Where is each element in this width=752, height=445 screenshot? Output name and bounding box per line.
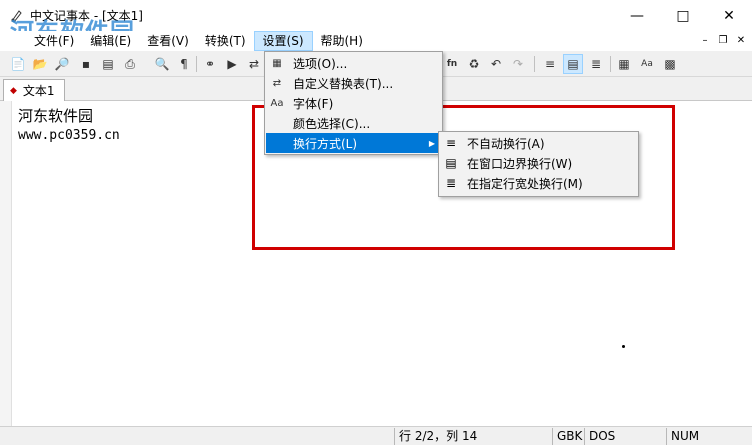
editor-gutter	[0, 101, 12, 426]
cursor-dot	[622, 345, 625, 348]
save-icon[interactable]: ▪	[76, 54, 96, 74]
menu-option-color[interactable]: 颜色选择(C)...	[266, 113, 441, 133]
menu-option-font[interactable]: Aa 字体(F)	[266, 93, 441, 113]
minimize-button[interactable]: —	[614, 0, 660, 31]
convert-toolbar-icon[interactable]: ▩	[660, 54, 680, 74]
mdi-minimize-button[interactable]: –	[698, 33, 712, 47]
status-position: 行 2/2，列 14	[394, 428, 552, 445]
no-wrap-icon: ≡	[445, 136, 457, 150]
find-next-icon[interactable]: ▶	[222, 54, 242, 74]
status-bar: 行 2/2，列 14 GBK DOS NUM	[0, 426, 752, 445]
no-wrap-toolbar-icon[interactable]: ≡	[540, 54, 560, 74]
tab-label: 文本1	[22, 84, 55, 98]
menu-settings[interactable]: 设置(S)	[253, 31, 313, 51]
status-encoding: GBK	[552, 428, 584, 445]
font-toolbar-icon[interactable]: Aa	[637, 54, 657, 74]
menu-option-replace-table[interactable]: ⇄ 自定义替换表(T)...	[266, 73, 441, 93]
find-icon[interactable]: ⚭	[200, 54, 220, 74]
width-wrap-icon: ≣	[445, 176, 457, 190]
mdi-restore-button[interactable]: ❐	[716, 33, 730, 47]
app-icon	[8, 8, 24, 24]
menu-help[interactable]: 帮助(H)	[313, 31, 371, 51]
window-title: 中文记事本 - [文本1]	[30, 9, 143, 23]
print-icon[interactable]: ⎙	[120, 54, 140, 74]
tab-document[interactable]: ◆ 文本1	[3, 79, 65, 101]
document-modified-icon: ◆	[10, 85, 17, 96]
editor-line: www.pc0359.cn	[18, 128, 120, 143]
mdi-close-button[interactable]: ✕	[734, 33, 748, 47]
menu-file[interactable]: 文件(F)	[26, 31, 82, 51]
replace-table-icon: ⇄	[272, 77, 282, 89]
menu-option-wrap-mode[interactable]: 换行方式(L) ▶	[266, 133, 441, 153]
save-all-icon[interactable]: ▤	[98, 54, 118, 74]
maximize-button[interactable]: □	[660, 0, 706, 31]
menu-edit[interactable]: 编辑(E)	[82, 31, 139, 51]
menu-view[interactable]: 查看(V)	[139, 31, 197, 51]
redo-icon[interactable]: ↷	[508, 54, 528, 74]
paragraph-mark-icon[interactable]: ¶	[174, 54, 194, 74]
print-preview-icon[interactable]: 🔍	[152, 54, 172, 74]
submenu-arrow-icon: ▶	[428, 138, 435, 148]
menu-bar: 文件(F) 编辑(E) 查看(V) 转换(T) 设置(S) 帮助(H) – ❐ …	[0, 31, 752, 51]
window-wrap-icon: ▤	[445, 156, 457, 170]
new-file-icon[interactable]: 📄	[8, 54, 28, 74]
options-toolbar-icon[interactable]: ▦	[614, 54, 634, 74]
menu-convert[interactable]: 转换(T)	[197, 31, 254, 51]
status-num: NUM	[666, 428, 752, 445]
editor-line: 河东软件园	[18, 107, 94, 125]
close-button[interactable]: ✕	[706, 0, 752, 31]
open-recent-icon[interactable]: 🔎	[52, 54, 72, 74]
options-icon: ▦	[272, 57, 282, 69]
function-icon[interactable]: fn	[442, 54, 462, 74]
menu-option-window-wrap[interactable]: ▤ 在窗口边界换行(W)	[440, 153, 637, 173]
recycle-icon[interactable]: ♻	[464, 54, 484, 74]
settings-menu: ▦ 选项(O)... ⇄ 自定义替换表(T)... Aa 字体(F) 颜色选择(…	[264, 51, 443, 155]
font-icon: Aa	[270, 97, 284, 109]
wrap-mode-submenu: ≡ 不自动换行(A) ▤ 在窗口边界换行(W) ≣ 在指定行宽处换行(M)	[438, 131, 639, 197]
width-wrap-toolbar-icon[interactable]: ≣	[586, 54, 606, 74]
replace-icon[interactable]: ⇄	[244, 54, 264, 74]
title-bar: 中文记事本 - [文本1] — □ ✕	[0, 0, 752, 31]
menu-option-no-wrap[interactable]: ≡ 不自动换行(A)	[440, 133, 637, 153]
menu-option-width-wrap[interactable]: ≣ 在指定行宽处换行(M)	[440, 173, 637, 193]
window-wrap-toolbar-icon[interactable]: ▤	[563, 54, 583, 74]
menu-option-options[interactable]: ▦ 选项(O)...	[266, 53, 441, 73]
undo-icon[interactable]: ↶	[486, 54, 506, 74]
open-folder-icon[interactable]: 📂	[30, 54, 50, 74]
status-line-ending: DOS	[584, 428, 666, 445]
